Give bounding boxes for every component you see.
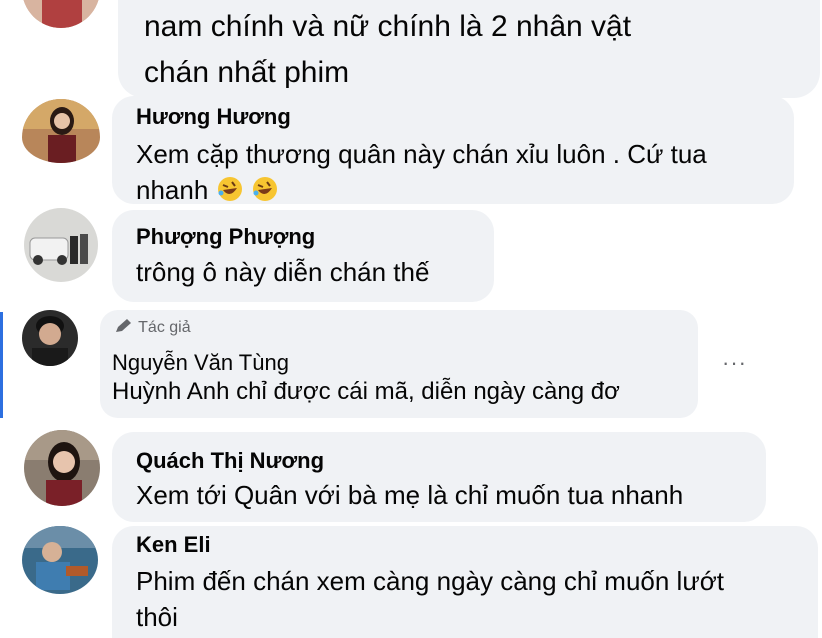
- comment-author-name[interactable]: Phượng Phượng: [136, 224, 315, 250]
- comment-text: Xem tới Quân với bà mẹ là chỉ muốn tua n…: [136, 480, 684, 510]
- comment-text: trông ô này diễn chán thế: [136, 257, 430, 287]
- author-badge: Tác giả: [114, 318, 191, 337]
- comment-text: nam chính và nữ chính là 2 nhân vật chán…: [144, 10, 632, 89]
- avatar[interactable]: [22, 99, 100, 163]
- avatar[interactable]: [22, 0, 100, 28]
- comment-text: Xem cặp thương quân này chán xỉu luôn . …: [136, 139, 707, 205]
- author-highlight-bar: [0, 312, 3, 418]
- avatar-image: [24, 430, 100, 506]
- avatar-image: [22, 0, 100, 28]
- rolling-on-floor-laughing-emoji: [252, 177, 277, 201]
- comment-text: Huỳnh Anh chỉ được cái mã, diễn ngày càn…: [112, 378, 620, 405]
- rolling-on-floor-laughing-emoji: [217, 177, 242, 201]
- comment-text: Phim đến chán xem càng ngày càng chỉ muố…: [136, 566, 724, 632]
- avatar[interactable]: [22, 310, 78, 366]
- author-badge-label: Tác giả: [138, 319, 191, 336]
- more-options-button[interactable]: ···: [722, 350, 747, 376]
- comment-author-name[interactable]: Quách Thị Nương: [136, 448, 324, 474]
- comment-author-name[interactable]: Ken Eli: [136, 532, 211, 558]
- avatar-image: [22, 526, 98, 594]
- avatar-image: [22, 310, 78, 366]
- pencil-icon: [116, 319, 131, 332]
- avatar-image: [22, 99, 100, 163]
- avatar[interactable]: [24, 208, 98, 282]
- comment-author-name[interactable]: Nguyễn Văn Tùng: [112, 350, 289, 376]
- comment-author-name[interactable]: Hương Hương: [136, 104, 291, 130]
- avatar[interactable]: [24, 430, 100, 506]
- avatar-image: [24, 208, 98, 282]
- avatar[interactable]: [22, 526, 98, 594]
